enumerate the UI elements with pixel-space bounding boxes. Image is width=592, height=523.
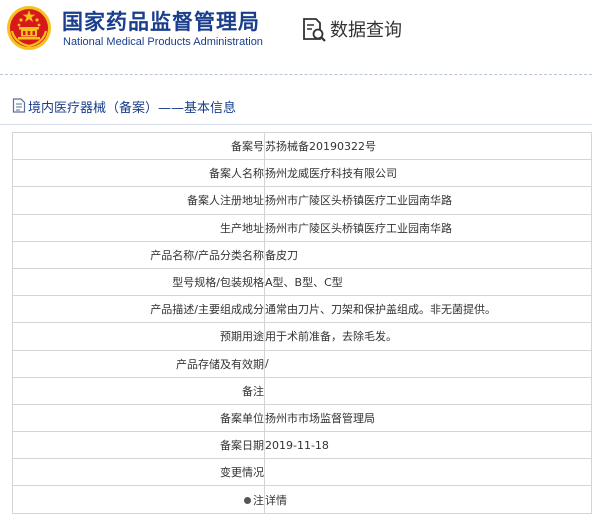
field-label: 备案号	[12, 131, 265, 161]
field-label: 备案人注册地址	[12, 186, 265, 215]
site-header: 国家药品监督管理局 National Medical Products Admi…	[0, 0, 592, 62]
data-query-link[interactable]: 数据查询	[330, 16, 402, 42]
field-value	[264, 458, 592, 487]
detail-row-product-description: 产品描述/主要组成成分 通常由刀片、刀架和保护盖组成。非无菌提供。	[12, 295, 592, 324]
field-value: 扬州市市场监督管理局	[264, 403, 592, 433]
detail-row-registrant-address: 备案人注册地址 扬州市广陵区头桥镇医疗工业园南华路	[12, 186, 592, 215]
detail-row-intended-use: 预期用途 用于术前准备，去除毛发。	[12, 322, 592, 351]
detail-row-filing-date: 备案日期 2019-11-18	[12, 431, 592, 460]
national-emblem-icon	[7, 6, 51, 50]
field-value: A型、B型、C型	[264, 267, 592, 297]
document-icon	[12, 98, 26, 113]
field-label: 预期用途	[12, 322, 265, 351]
document-search-icon[interactable]	[301, 17, 327, 43]
field-value: 通常由刀片、刀架和保护盖组成。非无菌提供。	[264, 295, 592, 324]
field-value: 扬州龙威医疗科技有限公司	[264, 159, 592, 188]
field-label: 备案日期	[12, 431, 265, 460]
field-label: 生产地址	[12, 213, 265, 242]
field-label: 产品名称/产品分类名称	[12, 240, 265, 269]
field-value: 扬州市广陵区头桥镇医疗工业园南华路	[264, 213, 592, 242]
field-label: 备注	[12, 376, 265, 405]
detail-row-record-number: 备案号 苏扬械备20190322号	[12, 131, 592, 161]
detail-row-product-name: 产品名称/产品分类名称 备皮刀	[12, 240, 592, 269]
breadcrumb-text: 境内医疗器械（备案）——基本信息	[28, 101, 237, 116]
detail-row-storage-validity: 产品存储及有效期 /	[12, 349, 592, 378]
detail-row-production-address: 生产地址 扬州市广陵区头桥镇医疗工业园南华路	[12, 213, 592, 242]
detail-row-change-history: 变更情况	[12, 458, 592, 487]
agency-name-cn: 国家药品监督管理局	[62, 10, 260, 34]
field-label: 备案人名称	[12, 159, 265, 188]
field-label: 备案单位	[12, 403, 265, 433]
field-label: 产品存储及有效期	[12, 349, 265, 378]
detail-table: 备案号 苏扬械备20190322号 备案人名称 扬州龙威医疗科技有限公司 备案人…	[12, 131, 592, 514]
field-value: 2019-11-18	[264, 431, 592, 460]
detail-row-remarks: 备注	[12, 376, 592, 405]
field-label: 型号规格/包装规格	[12, 267, 265, 297]
field-label: 变更情况	[12, 458, 265, 487]
detail-row-registrant-name: 备案人名称 扬州龙威医疗科技有限公司	[12, 159, 592, 188]
agency-name-en: National Medical Products Administration	[63, 36, 263, 48]
detail-row-filing-unit: 备案单位 扬州市市场监督管理局	[12, 403, 592, 433]
field-value: 用于术前准备，去除毛发。	[264, 322, 592, 351]
detail-row-model-spec: 型号规格/包装规格 A型、B型、C型	[12, 267, 592, 297]
field-value: 苏扬械备20190322号	[264, 131, 592, 161]
field-value: 扬州市广陵区头桥镇医疗工业园南华路	[264, 186, 592, 215]
bullet-icon	[244, 496, 251, 504]
breadcrumb: 境内医疗器械（备案）——基本信息	[0, 88, 592, 125]
header-divider	[0, 74, 592, 75]
field-label: 产品描述/主要组成成分	[12, 295, 265, 324]
field-value: /	[264, 349, 592, 378]
note-label: 注	[253, 493, 264, 507]
field-label: 注	[12, 485, 265, 514]
detail-row-note: 注 详情	[12, 485, 592, 514]
field-value	[264, 376, 592, 405]
details-link[interactable]: 详情	[264, 485, 592, 514]
field-value: 备皮刀	[264, 240, 592, 269]
